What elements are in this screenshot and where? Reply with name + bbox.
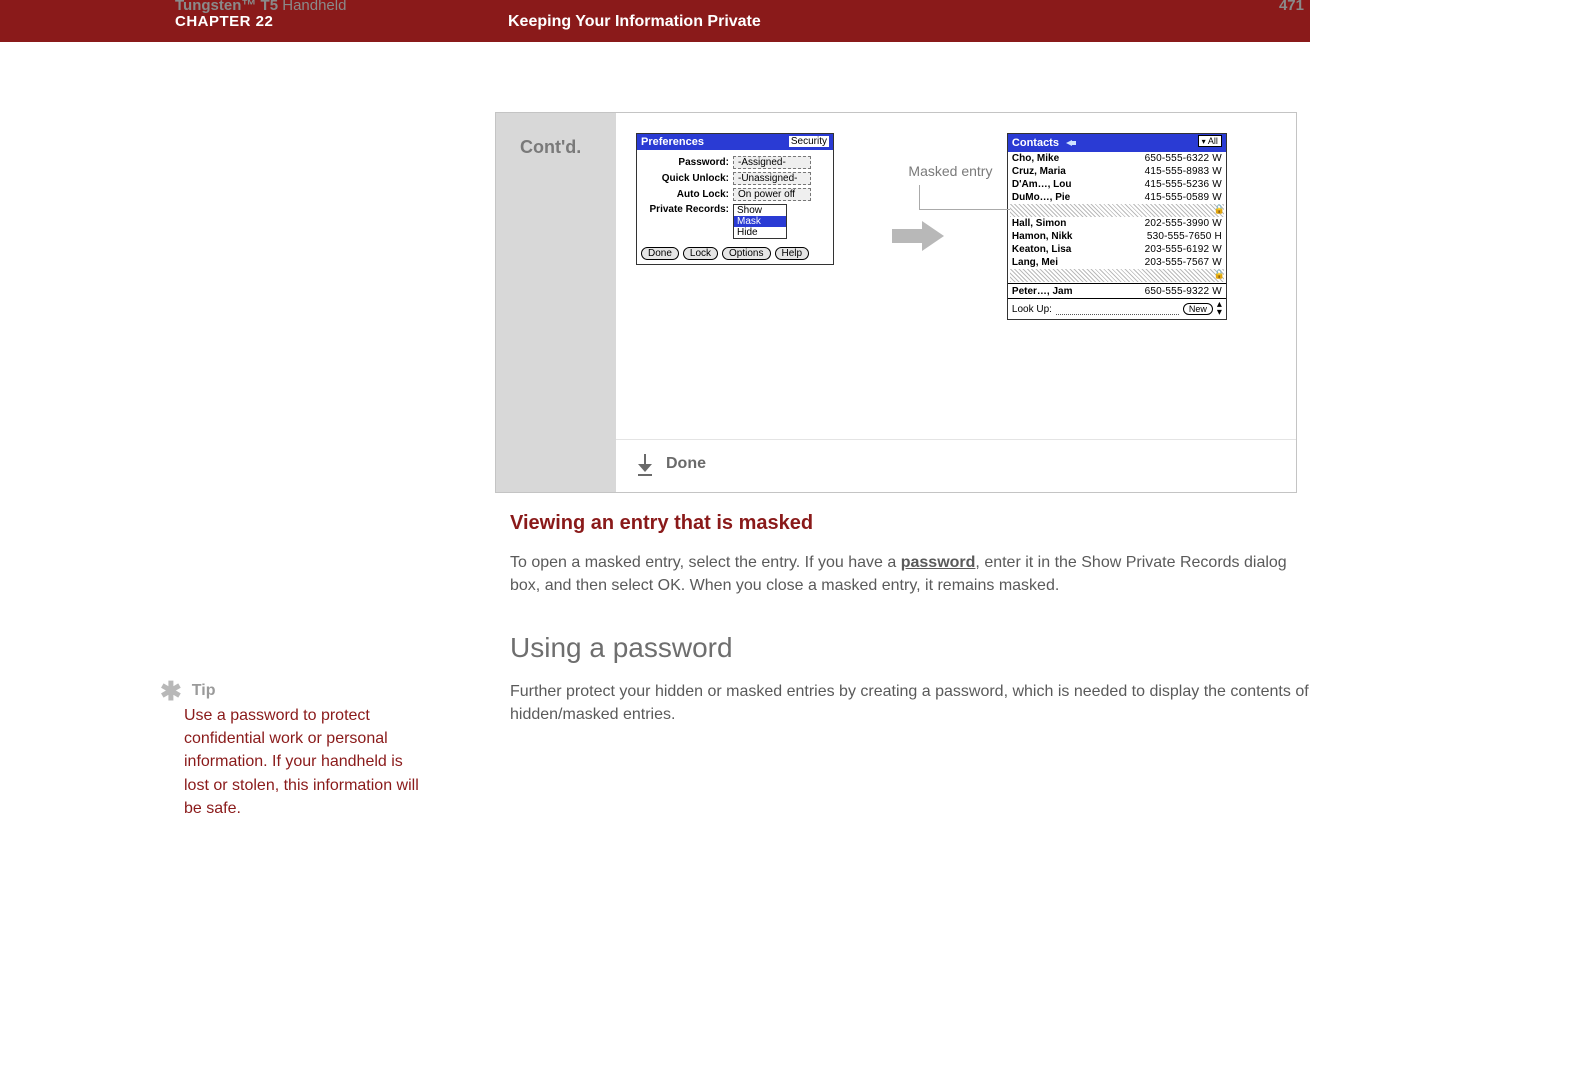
pick-option-show: Show [734, 205, 786, 216]
contact-name: Hall, Simon [1012, 217, 1066, 230]
contact-name: DuMo…, Pie [1012, 191, 1070, 204]
done-label: Done [666, 455, 706, 473]
contacts-title: Contacts [1012, 137, 1059, 149]
quick-unlock-value: -Unassigned- [733, 172, 811, 185]
prefs-done-button: Done [641, 247, 679, 260]
pick-option-mask: Mask [734, 216, 786, 227]
contact-name: Hamon, Nikk [1012, 230, 1073, 243]
contact-number: 203-555-7567 W [1145, 256, 1222, 269]
password-label: Password: [643, 157, 733, 168]
page-number: 471 [1279, 0, 1304, 14]
page-footer: Tungsten™ T5 Handheld 471 [175, 0, 1310, 14]
product-name-bold: Tungsten™ T5 [175, 0, 278, 14]
contact-name: Cho, Mike [1012, 152, 1059, 165]
prefs-category: Security [789, 136, 829, 147]
contact-number: 203-555-6192 W [1145, 243, 1222, 256]
contact-number: 202-555-3990 W [1145, 217, 1222, 230]
auto-lock-value: On power off [733, 188, 811, 201]
masked-contact-row: 🔒 [1010, 269, 1224, 282]
pick-option-hide: Hide [734, 227, 786, 238]
using-password-heading: Using a password [510, 632, 1310, 664]
lock-icon: 🔒 [1214, 269, 1225, 280]
contact-name: Lang, Mei [1012, 256, 1058, 269]
private-records-label: Private Records: [643, 204, 733, 215]
step-label: Cont'd. [520, 137, 581, 158]
prefs-title: Preferences [641, 136, 704, 148]
lookup-field [1056, 304, 1179, 315]
pushpin-icon [1065, 138, 1077, 148]
product-name-rest: Handheld [278, 0, 346, 14]
contacts-category: All [1198, 135, 1222, 147]
password-value: -Assigned- [733, 156, 811, 169]
lock-icon: 🔒 [1214, 204, 1225, 215]
chapter-label: CHAPTER 22 [175, 13, 273, 30]
lookup-label: Look Up: [1012, 304, 1052, 315]
step-panel: Cont'd. Preferences Security Password: -… [495, 112, 1297, 493]
masked-entry-callout: Masked entry [908, 163, 992, 179]
done-arrow-icon [638, 454, 652, 474]
contacts-new-button: New [1183, 303, 1213, 315]
tip-label: Tip [192, 682, 216, 700]
tip-body: Use a password to protect confidential w… [184, 704, 420, 820]
prefs-options-button: Options [722, 247, 770, 260]
callout-bracket [919, 185, 1010, 210]
preferences-screenshot: Preferences Security Password: -Assigned… [636, 133, 834, 265]
contact-number: 530-555-7650 H [1147, 230, 1222, 243]
contact-number: 650-555-6322 W [1145, 152, 1222, 165]
contact-number: 415-555-5236 W [1145, 178, 1222, 191]
prefs-help-button: Help [775, 247, 810, 260]
password-link[interactable]: password [901, 554, 976, 571]
scroll-arrows-icon: ▴▾ [1217, 301, 1222, 317]
using-password-paragraph: Further protect your hidden or masked en… [510, 680, 1310, 726]
contact-number: 415-555-0589 W [1145, 191, 1222, 204]
viewing-paragraph: To open a masked entry, select the entry… [510, 551, 1310, 597]
contact-number: 415-555-8983 W [1145, 165, 1222, 178]
contact-name: Peter…, Jam [1012, 285, 1073, 298]
chapter-title: Keeping Your Information Private [508, 13, 761, 31]
quick-unlock-label: Quick Unlock: [643, 173, 733, 184]
contact-name: Cruz, Maria [1012, 165, 1066, 178]
prefs-lock-button: Lock [683, 247, 718, 260]
private-records-picklist: Show Mask Hide [733, 204, 787, 239]
contacts-screenshot: Contacts All Cho, Mike 650-555-6322 W Cru… [1007, 133, 1227, 320]
viewing-text-a: To open a masked entry, select the entry… [510, 554, 901, 571]
contact-name: D'Am…, Lou [1012, 178, 1072, 191]
viewing-heading: Viewing an entry that is masked [510, 512, 1310, 535]
contact-name: Keaton, Lisa [1012, 243, 1071, 256]
transition-arrow-group: Masked entry [842, 133, 1002, 323]
contact-number: 650-555-9322 W [1145, 285, 1222, 298]
tip-box: ✱ Tip Use a password to protect confiden… [160, 682, 420, 820]
auto-lock-label: Auto Lock: [643, 189, 733, 200]
masked-contact-row: 🔒 [1010, 204, 1224, 217]
contacts-list: Cho, Mike 650-555-6322 W Cruz, Maria 415-5… [1008, 152, 1226, 298]
asterisk-icon: ✱ [160, 686, 182, 696]
